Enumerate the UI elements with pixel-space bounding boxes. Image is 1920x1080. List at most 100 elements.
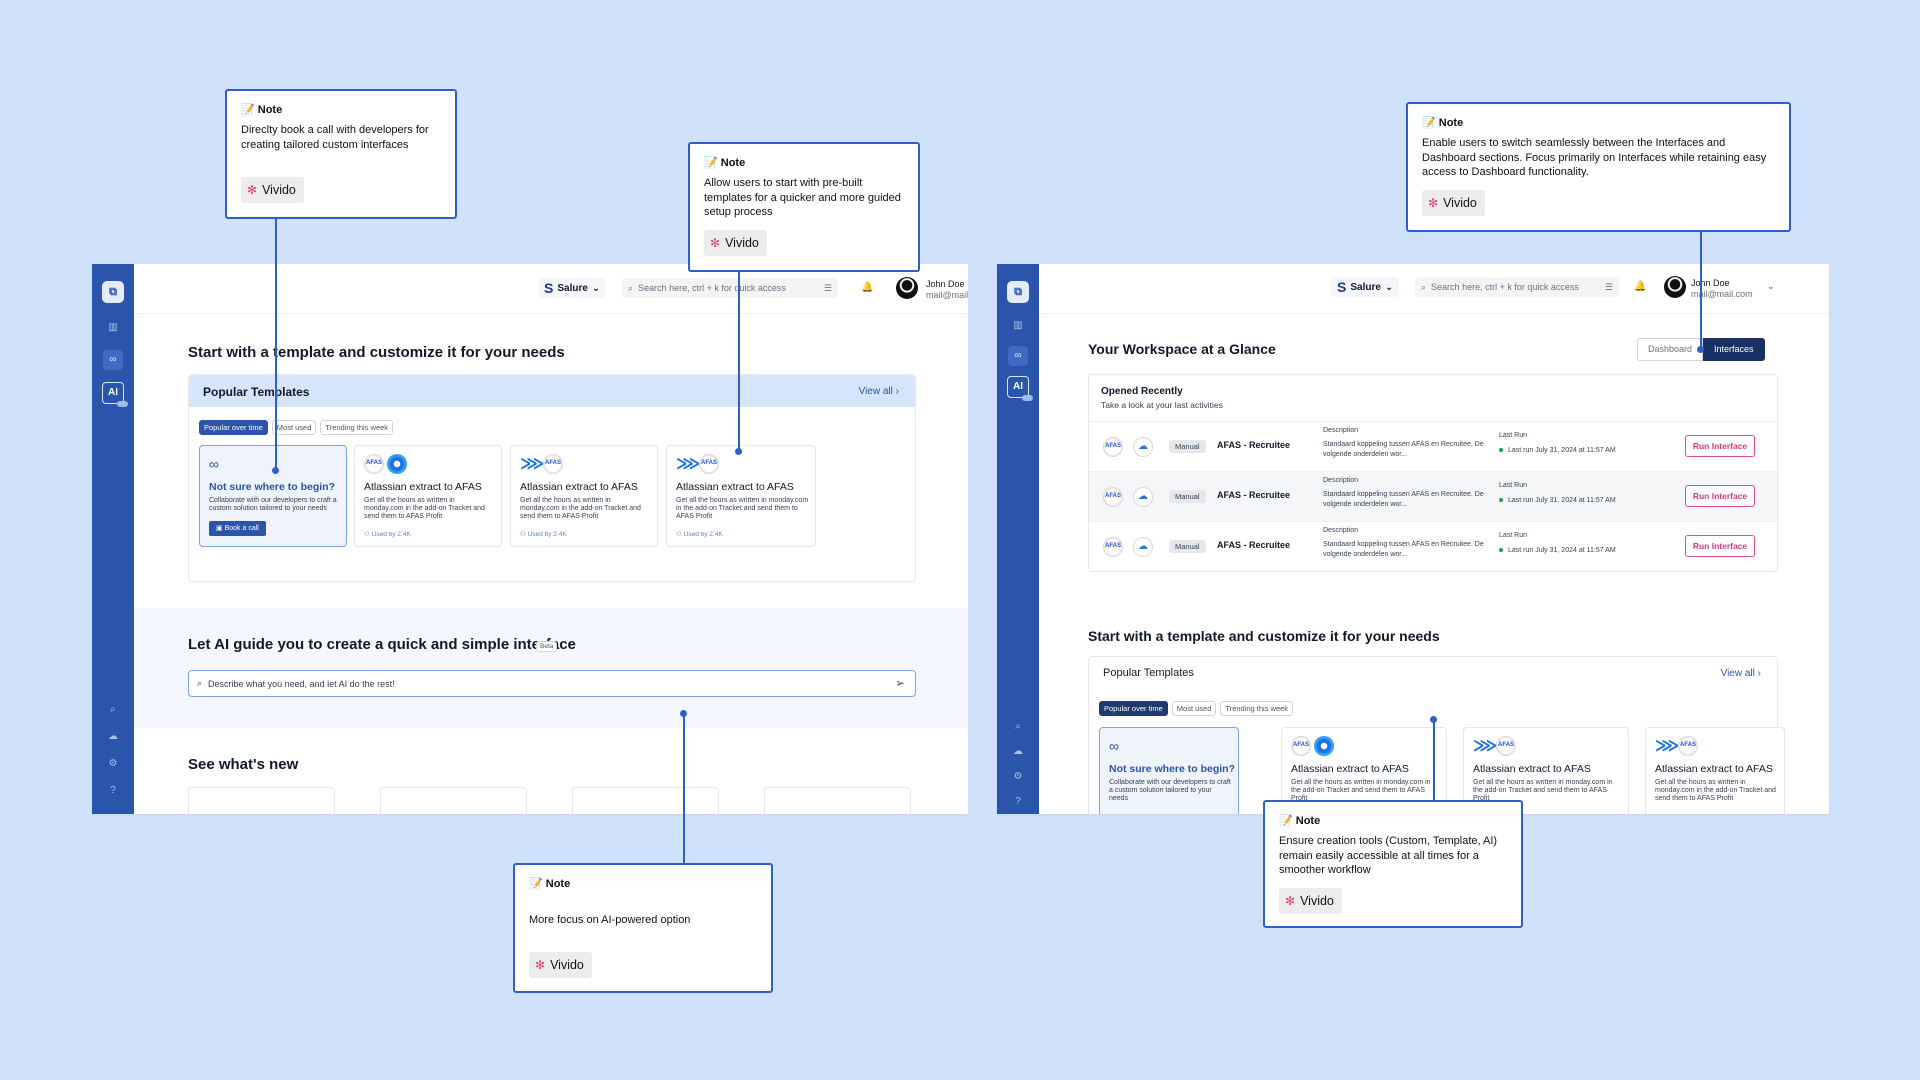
- bell-icon[interactable]: 🔔: [861, 282, 873, 293]
- run-interface-button[interactable]: Run Interface: [1685, 485, 1755, 507]
- table-row[interactable]: AFAS ☁ Manual AFAS - Recruitee Descripti…: [1089, 471, 1777, 521]
- connector-dot: [735, 448, 742, 455]
- view-all-link[interactable]: View all ›: [859, 386, 899, 397]
- dashboard-toggle-button[interactable]: Dashboard: [1637, 338, 1704, 361]
- tracket-icon: [387, 454, 407, 474]
- sidebar-item-ai[interactable]: AI: [1007, 376, 1033, 401]
- gear-icon[interactable]: ⚙: [1008, 767, 1028, 787]
- send-icon[interactable]: ➢: [895, 676, 905, 690]
- filter-icon[interactable]: ☰: [824, 283, 832, 294]
- page-title: Your Workspace at a Glance: [1088, 341, 1276, 357]
- search-input[interactable]: ⌕ Search here, ctrl + k for quick access…: [622, 278, 838, 298]
- tab-popular-over-time[interactable]: Popular over time: [1099, 701, 1168, 716]
- avatar[interactable]: [1664, 276, 1686, 298]
- description-label: Description: [1323, 427, 1359, 434]
- ai-prompt-input[interactable]: ⌕ Describe what you need, and let AI do …: [188, 670, 916, 697]
- help-icon[interactable]: ?: [1008, 792, 1028, 812]
- recruitee-icon: ☁: [1133, 537, 1153, 557]
- connector-dot: [272, 467, 279, 474]
- chevron-right-icon: ›: [1757, 668, 1761, 679]
- cloud-icon[interactable]: ☁: [1008, 742, 1028, 762]
- usage-count: ⚇ Used by 2.4K: [676, 531, 723, 538]
- note-heading: 📝 Note: [529, 878, 571, 890]
- tab-most-used[interactable]: Most used: [271, 420, 317, 435]
- card-description: Get all the hours as written in monday.c…: [1655, 779, 1776, 803]
- workspace-selector[interactable]: S Salure ⌄: [538, 278, 607, 298]
- tab-trending-this-week[interactable]: Trending this week: [1220, 701, 1294, 716]
- description-label: Description: [1323, 527, 1359, 534]
- book-call-button[interactable]: ▣ Book a call: [209, 521, 266, 536]
- connector-line: [683, 714, 685, 866]
- search-icon[interactable]: ⌕: [1008, 717, 1028, 737]
- template-card[interactable]: AFAS Atlassian extract to AFAS Get all t…: [354, 445, 502, 547]
- chevron-down-icon: ⌄: [1384, 281, 1394, 293]
- table-row[interactable]: AFAS ☁ Manual AFAS - Recruitee Descripti…: [1089, 521, 1777, 571]
- tab-popular-over-time[interactable]: Popular over time: [199, 420, 268, 435]
- run-interface-button[interactable]: Run Interface: [1685, 435, 1755, 457]
- note-heading: 📝 Note: [1422, 117, 1464, 129]
- sidebar-item-ai[interactable]: AI: [102, 382, 128, 407]
- link-icon[interactable]: ∞: [1008, 346, 1028, 366]
- view-all-link[interactable]: View all ›: [1721, 668, 1761, 679]
- app-logo-icon[interactable]: ⧉: [102, 281, 124, 303]
- workspace-selector[interactable]: S Salure ⌄: [1331, 277, 1400, 297]
- tab-most-used[interactable]: Most used: [1171, 701, 1217, 716]
- recent-title: Opened Recently: [1101, 386, 1183, 397]
- bell-icon[interactable]: 🔔: [1634, 281, 1646, 292]
- template-card[interactable]: ⋙ AFAS Atlassian extract to AFAS Get all …: [510, 445, 658, 547]
- news-card[interactable]: [764, 787, 911, 814]
- template-card[interactable]: ⋙ AFAS Atlassian extract to AFAS Get all …: [1645, 727, 1785, 814]
- connector-dot: [1697, 346, 1704, 353]
- ai-label: AI: [1013, 381, 1023, 392]
- note-body: Enable users to switch seamlessly betwee…: [1422, 137, 1767, 178]
- link-icon[interactable]: ∞: [103, 350, 123, 370]
- note-callout: 📝 Note Enable users to switch seamlessly…: [1406, 102, 1791, 232]
- vivido-chip: ✻ Vivido: [241, 177, 304, 203]
- template-card-custom[interactable]: ∞ Not sure where to begin? Collaborate w…: [199, 445, 347, 547]
- interfaces-toggle-button[interactable]: Interfaces: [1703, 338, 1765, 361]
- cloud-icon[interactable]: ☁: [103, 727, 123, 747]
- tab-trending-this-week[interactable]: Trending this week: [320, 420, 394, 435]
- user-email: mail@mail.com: [926, 290, 968, 300]
- filter-icon[interactable]: ☰: [1605, 282, 1613, 293]
- chart-icon[interactable]: ▥: [103, 318, 123, 338]
- last-run-value: Last run July 31, 2024 at 11:57 AM: [1499, 447, 1616, 454]
- chevron-down-icon[interactable]: ⌄: [1767, 281, 1775, 292]
- search-icon[interactable]: ⌕: [103, 700, 123, 720]
- run-interface-button[interactable]: Run Interface: [1685, 535, 1755, 557]
- news-card[interactable]: [188, 787, 335, 814]
- template-card-custom[interactable]: ∞ Not sure where to begin? Collaborate w…: [1099, 727, 1239, 814]
- table-row[interactable]: AFAS ☁ Manual AFAS - Recruitee Descripti…: [1089, 421, 1777, 471]
- card-description: Collaborate with our developers to craft…: [1109, 779, 1231, 803]
- description-text: Standaard koppeling tussen AFAS en Recru…: [1323, 491, 1484, 508]
- gear-icon[interactable]: ⚙: [103, 754, 123, 774]
- users-icon: ⚇: [676, 531, 682, 538]
- news-card[interactable]: [572, 787, 719, 814]
- chart-icon[interactable]: ▥: [1008, 316, 1028, 336]
- news-card[interactable]: [380, 787, 527, 814]
- afas-icon: AFAS: [1103, 487, 1123, 507]
- tracket-icon: [1314, 736, 1334, 756]
- app-logo-icon[interactable]: ⧉: [1007, 281, 1029, 303]
- vivido-logo-icon: ✻: [1285, 894, 1296, 908]
- users-icon: ⚇: [364, 531, 370, 538]
- template-tabs: Popular over time Most used Trending thi…: [1099, 701, 1294, 716]
- afas-icon: AFAS: [1678, 736, 1698, 756]
- search-input[interactable]: ⌕ Search here, ctrl + k for quick access…: [1415, 277, 1619, 297]
- description-text: Standaard koppeling tussen AFAS en Recru…: [1323, 541, 1484, 558]
- template-card[interactable]: ⋙ AFAS Atlassian extract to AFAS Get all …: [666, 445, 816, 547]
- card-title: Atlassian extract to AFAS: [1473, 763, 1591, 775]
- beta-badge: Beta: [536, 641, 558, 652]
- connector-dot: [680, 710, 687, 717]
- template-tabs: Popular over time Most used Trending thi…: [199, 420, 394, 435]
- afas-icon: AFAS: [1103, 437, 1123, 457]
- ai-indicator: [1022, 395, 1033, 401]
- avatar[interactable]: [896, 277, 918, 299]
- salure-logo-icon: S: [1337, 279, 1347, 295]
- interface-name: AFAS - Recruitee: [1217, 540, 1291, 550]
- ai-section-title: Let AI guide you to create a quick and s…: [188, 636, 576, 653]
- help-icon[interactable]: ?: [103, 781, 123, 801]
- templates-title: Popular Templates: [203, 385, 310, 399]
- note-body: Direclty book a call with developers for…: [241, 124, 429, 151]
- note-callout: 📝 Note More focus on AI-powered option ✻…: [513, 863, 773, 993]
